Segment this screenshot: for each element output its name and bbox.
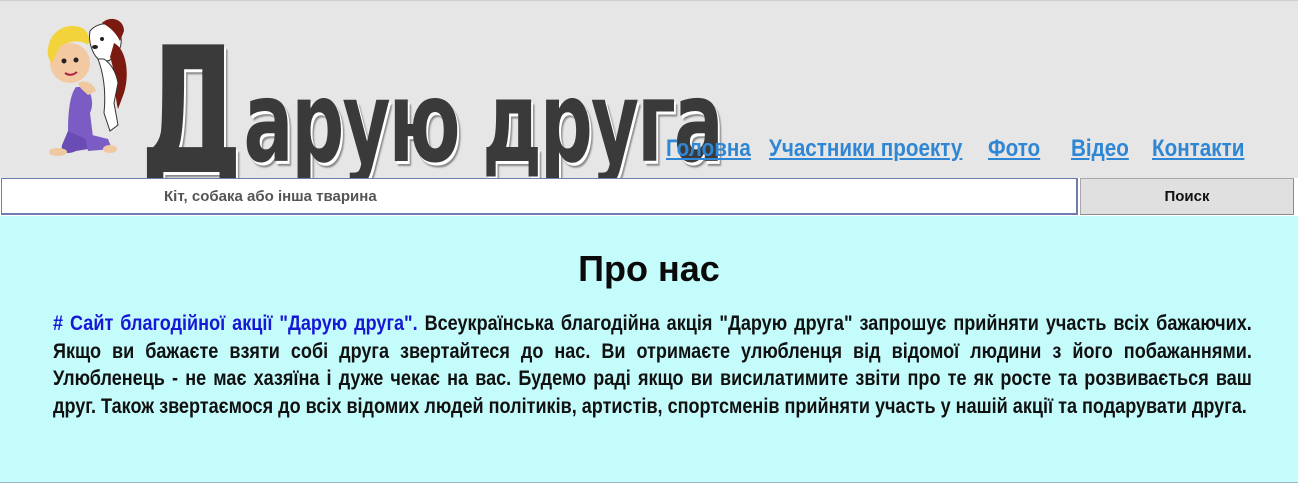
site-intro-link[interactable]: # Сайт благодійної акції "Дарую друга". — [53, 312, 418, 335]
site-header: Дарую друга Головна Участники проекту Фо… — [0, 0, 1298, 200]
about-section: Про нас # Сайт благодійної акції "Дарую … — [0, 216, 1298, 483]
search-button[interactable]: Поиск — [1080, 178, 1294, 215]
about-paragraph: # Сайт благодійної акції "Дарую друга". … — [53, 310, 1252, 420]
logo-title-rest: арую друга — [243, 58, 724, 188]
page-heading: Про нас — [578, 248, 720, 289]
nav-link-contacts[interactable]: Контакти — [1152, 135, 1244, 169]
boy-with-dog-illustration — [47, 18, 127, 156]
site-logo-title[interactable]: Дарую друга — [140, 11, 724, 214]
nav-link-video[interactable]: Відео — [1071, 135, 1129, 169]
nav-link-home[interactable]: Головна — [666, 135, 751, 169]
search-input[interactable] — [1, 178, 1078, 215]
nav-link-participants[interactable]: Участники проекту — [769, 135, 962, 169]
nav-link-photo[interactable]: Фото — [988, 135, 1040, 169]
logo-initial: Д — [140, 11, 243, 214]
